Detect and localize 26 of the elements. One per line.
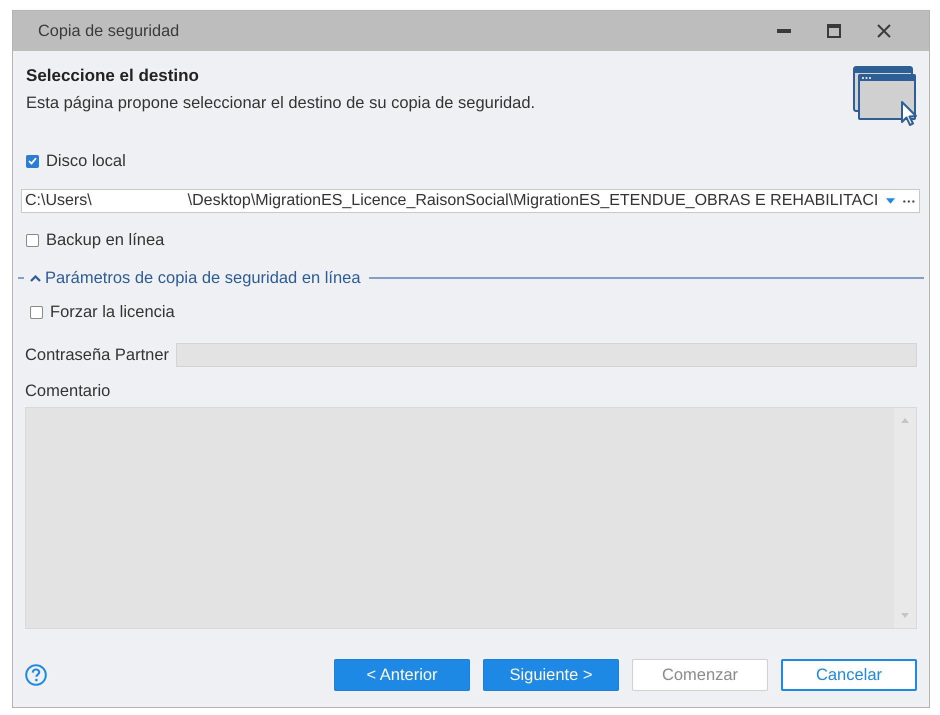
field-label: Comentario: [25, 381, 110, 401]
dialog-button[interactable]: < Anterior: [334, 659, 470, 691]
checkbox[interactable]: [26, 154, 39, 168]
help-icon[interactable]: [25, 664, 47, 686]
window-cursor-icon: [853, 66, 919, 126]
minimize-icon: [777, 29, 791, 33]
dropdown-caret-icon[interactable]: [886, 198, 896, 204]
section-toggle[interactable]: Parámetros de copia de seguridad en línea: [30, 268, 361, 288]
path-text: C:\Users\: [25, 191, 92, 211]
checkbox[interactable]: [30, 306, 43, 318]
checkbox-label: Backup en línea: [46, 230, 164, 250]
dialog-button[interactable]: Cancelar: [781, 659, 917, 691]
check-icon: [28, 157, 37, 165]
page-description: Esta página propone seleccionar el destino de su copia de seguridad.: [26, 93, 536, 113]
window-title: Copia de seguridad: [38, 20, 180, 42]
page-heading: Seleccione el destino: [26, 66, 200, 86]
path-text: \Desktop\MigrationES_Licence_RaisonSocial\MigrationES_ETENDUE_OBRAS E REHABILITACI: [188, 191, 878, 211]
checkbox-label: Forzar la licencia: [50, 302, 175, 322]
ellipsis-icon[interactable]: [903, 200, 915, 202]
checkbox[interactable]: [26, 234, 39, 246]
close-icon: [877, 24, 891, 38]
dialog-button[interactable]: Siguiente >: [483, 659, 619, 691]
field-label: Contraseña Partner: [25, 344, 169, 366]
path-field[interactable]: C:\Users\ \Desktop\MigrationES_Licence_RaisonSocial\MigrationES_ETENDUE_OBRAS E REHABILITACI: [21, 189, 920, 213]
maximize-icon: [827, 24, 841, 38]
checkbox-label: Disco local: [46, 151, 126, 171]
